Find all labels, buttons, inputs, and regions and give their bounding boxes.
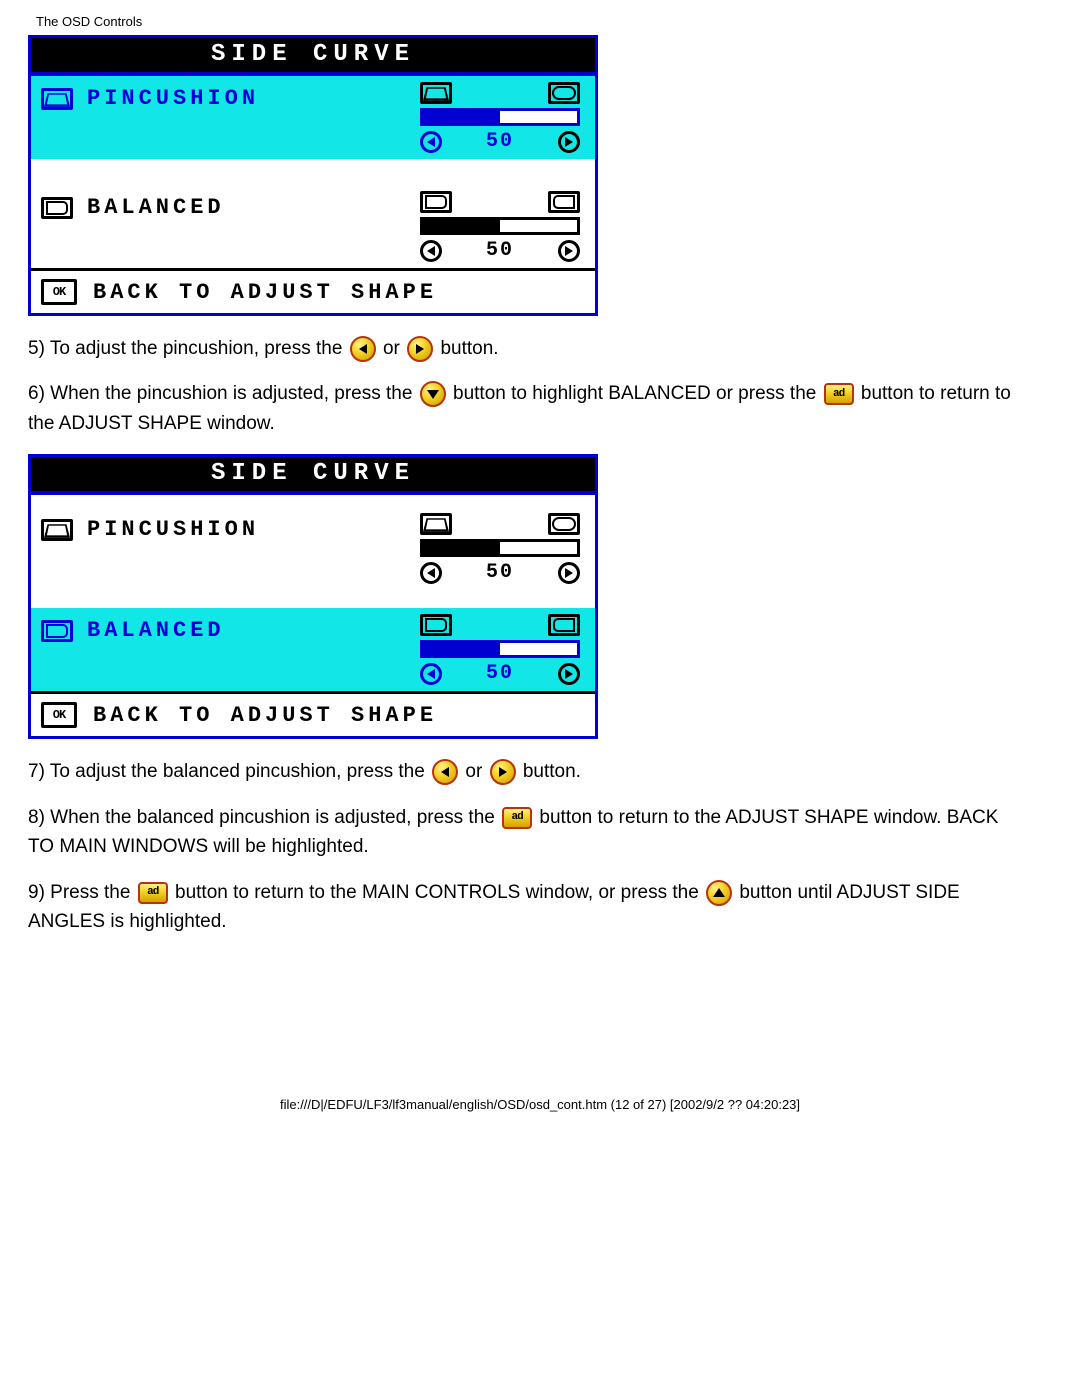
balanced-value: 50	[486, 662, 514, 685]
decrease-button[interactable]	[420, 663, 442, 685]
instruction-step-6: 6) When the pincushion is adjusted, pres…	[28, 379, 1028, 438]
osd-row-label: PINCUSHION	[87, 517, 259, 542]
right-arrow-button-icon	[407, 336, 433, 362]
osd-row-label: BALANCED	[87, 195, 225, 220]
osd-row-pincushion[interactable]: PINCUSHION 50	[31, 76, 595, 159]
right-arrow-button-icon	[490, 759, 516, 785]
osd-footer-row[interactable]: OK BACK TO ADJUST SHAPE	[31, 694, 595, 736]
shape-right-icon	[548, 191, 580, 213]
osd-row-label: PINCUSHION	[87, 86, 259, 111]
balanced-value: 50	[486, 239, 514, 262]
pincushion-gauge	[420, 108, 580, 126]
osd-panel-side-curve-2: SIDE CURVE PINCUSHION 50	[28, 454, 598, 739]
down-arrow-button-icon	[420, 381, 446, 407]
instruction-step-8: 8) When the balanced pincushion is adjus…	[28, 803, 1028, 862]
shape-concave-icon	[420, 82, 452, 104]
balanced-gauge	[420, 640, 580, 658]
instruction-step-9: 9) Press the ad button to return to the …	[28, 878, 1028, 937]
osd-footer-row[interactable]: OK BACK TO ADJUST SHAPE	[31, 271, 595, 313]
ok-button-icon: ad	[138, 882, 168, 904]
left-arrow-button-icon	[350, 336, 376, 362]
increase-button[interactable]	[558, 562, 580, 584]
decrease-button[interactable]	[420, 131, 442, 153]
osd-title: SIDE CURVE	[31, 38, 595, 72]
osd-row-balanced[interactable]: BALANCED 50	[31, 185, 595, 268]
osd-footer-text: BACK TO ADJUST SHAPE	[93, 703, 437, 728]
up-arrow-button-icon	[706, 880, 732, 906]
pincushion-icon	[41, 519, 73, 541]
page-footer-path: file:///D|/EDFU/LF3/lf3manual/english/OS…	[28, 1097, 1052, 1112]
shape-left-icon	[420, 614, 452, 636]
shape-right-icon	[548, 614, 580, 636]
page-header: The OSD Controls	[36, 14, 1052, 29]
shape-concave-icon	[420, 513, 452, 535]
osd-footer-text: BACK TO ADJUST SHAPE	[93, 280, 437, 305]
instruction-step-5: 5) To adjust the pincushion, press the o…	[28, 334, 1028, 363]
decrease-button[interactable]	[420, 240, 442, 262]
pincushion-value: 50	[486, 130, 514, 153]
osd-row-pincushion[interactable]: PINCUSHION 50	[31, 495, 595, 590]
pincushion-value: 50	[486, 561, 514, 584]
left-arrow-button-icon	[432, 759, 458, 785]
shape-left-icon	[420, 191, 452, 213]
pincushion-gauge	[420, 539, 580, 557]
increase-button[interactable]	[558, 240, 580, 262]
increase-button[interactable]	[558, 663, 580, 685]
increase-button[interactable]	[558, 131, 580, 153]
balanced-gauge	[420, 217, 580, 235]
pincushion-icon	[41, 88, 73, 110]
shape-convex-icon	[548, 82, 580, 104]
ok-icon: OK	[41, 279, 77, 305]
balanced-icon	[41, 197, 73, 219]
osd-panel-side-curve-1: SIDE CURVE PINCUSHION 50	[28, 35, 598, 316]
ok-button-icon: ad	[824, 383, 854, 405]
osd-row-label: BALANCED	[87, 618, 225, 643]
balanced-icon	[41, 620, 73, 642]
ok-icon: OK	[41, 702, 77, 728]
instruction-step-7: 7) To adjust the balanced pincushion, pr…	[28, 757, 1028, 786]
osd-title: SIDE CURVE	[31, 457, 595, 491]
decrease-button[interactable]	[420, 562, 442, 584]
osd-row-balanced[interactable]: BALANCED 50	[31, 608, 595, 691]
ok-button-icon: ad	[502, 807, 532, 829]
shape-convex-icon	[548, 513, 580, 535]
